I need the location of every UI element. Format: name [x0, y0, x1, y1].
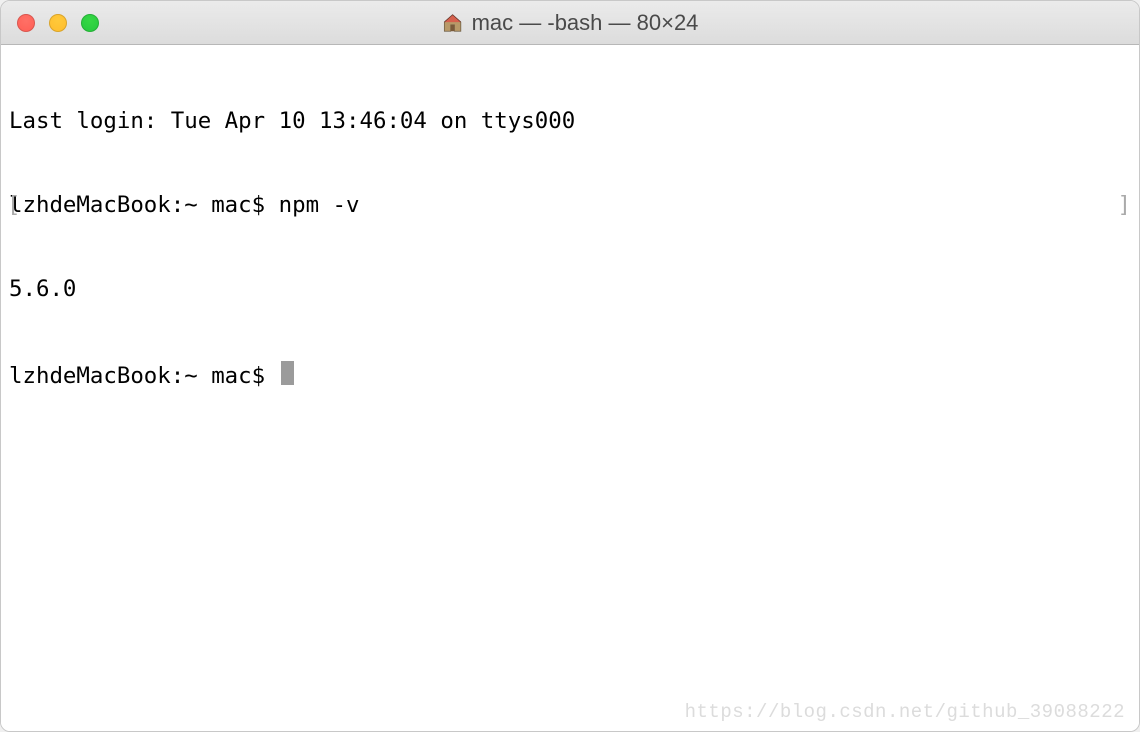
terminal-line-login: Last login: Tue Apr 10 13:46:04 on ttys0…: [9, 107, 1131, 135]
watermark-text: https://blog.csdn.net/github_39088222: [685, 701, 1125, 725]
titlebar: mac — -bash — 80×24: [1, 1, 1139, 45]
title-group: mac — -bash — 80×24: [442, 10, 699, 36]
prompt: lzhdeMacBook:~ mac$: [9, 191, 279, 219]
login-message: Last login: Tue Apr 10 13:46:04 on ttys0…: [9, 107, 575, 135]
terminal-line-command: [lzhdeMacBook:~ mac$ npm -v]: [9, 191, 1131, 219]
prompt: lzhdeMacBook:~ mac$: [9, 362, 279, 390]
cursor-icon: [281, 361, 295, 385]
terminal-window: mac — -bash — 80×24 Last login: Tue Apr …: [0, 0, 1140, 732]
bracket-right: ]: [1118, 191, 1131, 219]
close-button[interactable]: [17, 14, 35, 32]
terminal-line-prompt: lzhdeMacBook:~ mac$: [9, 359, 1131, 390]
minimize-button[interactable]: [49, 14, 67, 32]
home-icon: [442, 12, 464, 34]
traffic-lights: [1, 14, 99, 32]
npm-version-output: 5.6.0: [9, 275, 76, 303]
terminal-line-output: 5.6.0: [9, 275, 1131, 303]
maximize-button[interactable]: [81, 14, 99, 32]
terminal-body[interactable]: Last login: Tue Apr 10 13:46:04 on ttys0…: [1, 45, 1139, 731]
window-title: mac — -bash — 80×24: [472, 10, 699, 36]
command-text: npm -v: [279, 191, 360, 219]
